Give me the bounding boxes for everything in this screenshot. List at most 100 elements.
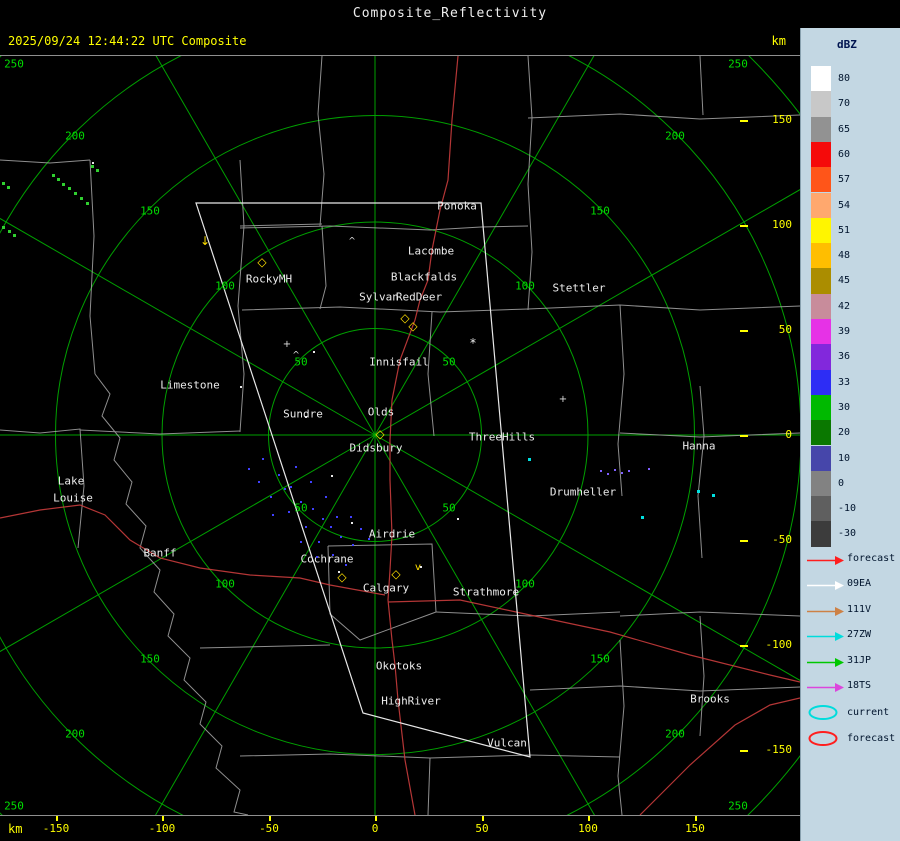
boundary-line [0, 159, 91, 164]
bottom-axis-label: 100 [578, 822, 598, 835]
green-echo [62, 183, 65, 186]
city-label: Airdrie [368, 527, 416, 541]
colorbar-swatch [811, 268, 831, 294]
blue-echo [258, 481, 260, 483]
city-label: Stettler [552, 281, 606, 295]
storm-marker: ◇ [337, 570, 347, 584]
scan-sector-outline [195, 202, 531, 758]
blue-echo [322, 518, 324, 520]
purple-echo [614, 469, 616, 471]
white-echo [457, 518, 459, 520]
blue-echo [300, 501, 302, 503]
bottom-axis-label: 150 [685, 822, 705, 835]
green-echo [91, 165, 94, 168]
azimuth-line-60 [374, 189, 800, 436]
green-echo [13, 234, 16, 237]
legend-label: current [847, 707, 890, 719]
range-ring-label: 100 [515, 279, 535, 293]
city-label: Olds [367, 405, 395, 419]
boundary-line [94, 373, 249, 815]
colorbar-swatch [811, 167, 831, 193]
blue-echo [325, 496, 327, 498]
blue-echo [300, 541, 302, 543]
range-ring-label: 150 [140, 652, 160, 666]
blue-echo [248, 468, 250, 470]
green-echo [80, 197, 83, 200]
right-axis-tick [740, 435, 748, 437]
green-echo [2, 182, 5, 185]
dbz-title: dBZ [837, 38, 857, 51]
city-label: Blackfalds [390, 270, 458, 284]
blue-echo [352, 544, 354, 546]
range-ring-label: 200 [665, 727, 685, 741]
colorbar-value: 36 [838, 351, 851, 363]
city-label: Lake [57, 474, 85, 488]
right-axis-tick [740, 225, 748, 227]
green-echo [8, 230, 11, 233]
city-label: Limestone [160, 378, 220, 392]
colorbar-value: 60 [838, 148, 851, 160]
green-echo [68, 187, 71, 190]
right-axis-tick [740, 330, 748, 332]
storm-marker: * [470, 336, 476, 350]
legend-label: forecast [847, 553, 896, 564]
bottom-axis-label: 50 [475, 822, 489, 835]
blue-echo [368, 538, 370, 540]
blue-echo [318, 541, 320, 543]
boundary-line [699, 56, 704, 116]
storm-marker: ◇ [408, 319, 418, 333]
storm-marker: + [282, 339, 292, 350]
range-ring-label: 50 [442, 501, 456, 515]
colorbar-swatch [811, 344, 831, 370]
blue-echo [345, 564, 347, 566]
highway-southeast [639, 697, 800, 815]
right-axis-tick [740, 750, 748, 752]
city-label: Innisfail [369, 355, 429, 369]
boundary-line [241, 306, 529, 313]
blue-echo [316, 556, 318, 558]
colorbar-value: 42 [838, 300, 851, 312]
purple-echo [600, 470, 602, 472]
colorbar-value: 51 [838, 224, 851, 236]
blue-echo [336, 516, 338, 518]
bottom-axis-label: 0 [371, 822, 379, 835]
white-echo [351, 522, 353, 524]
cyan-echo [697, 490, 700, 493]
white-echo [305, 416, 307, 418]
right-axis-label: 150 [772, 113, 792, 126]
city-label: RedDeer [395, 290, 443, 304]
right-axis-tick [740, 540, 748, 542]
blue-echo [332, 554, 334, 556]
colorbar-swatch [811, 369, 831, 395]
white-echo [240, 386, 242, 388]
colorbar-value: 70 [838, 98, 851, 110]
colorbar-value: 57 [838, 174, 851, 186]
legend-label: 27ZW [847, 629, 872, 641]
range-ring-label: 150 [590, 204, 610, 218]
storm-marker: ◇ [257, 255, 267, 269]
radar-display[interactable]: 250 200 150 100 50 250 200 150 100 50 250 200 150 100… [0, 56, 800, 815]
range-ring-label: 50 [294, 501, 308, 515]
green-echo [2, 226, 5, 229]
range-ring-label: 200 [665, 129, 685, 143]
right-axis-label: -150 [765, 743, 793, 756]
blue-echo [284, 488, 286, 490]
bottom-axis: km -150 -100 -50 0 50 100 150 [0, 816, 800, 841]
boundary-line [89, 159, 96, 375]
colorbar-value: 33 [838, 376, 851, 388]
boundary-line [527, 56, 533, 311]
111v-arrow-icon [806, 603, 846, 621]
storm-marker: ^ [348, 236, 356, 247]
boundary-line [239, 225, 529, 231]
boundary-line [239, 223, 323, 227]
colorbar-swatch [811, 445, 831, 471]
right-axis-tick [740, 645, 748, 647]
blue-echo [270, 496, 272, 498]
blue-echo [295, 466, 297, 468]
colorbar-swatch [811, 217, 831, 244]
cyan-echo [641, 516, 644, 519]
colorbar-value: 10 [838, 452, 851, 464]
colorbar-swatch [811, 116, 831, 142]
boundary-line [529, 685, 800, 692]
purple-echo [621, 472, 623, 474]
